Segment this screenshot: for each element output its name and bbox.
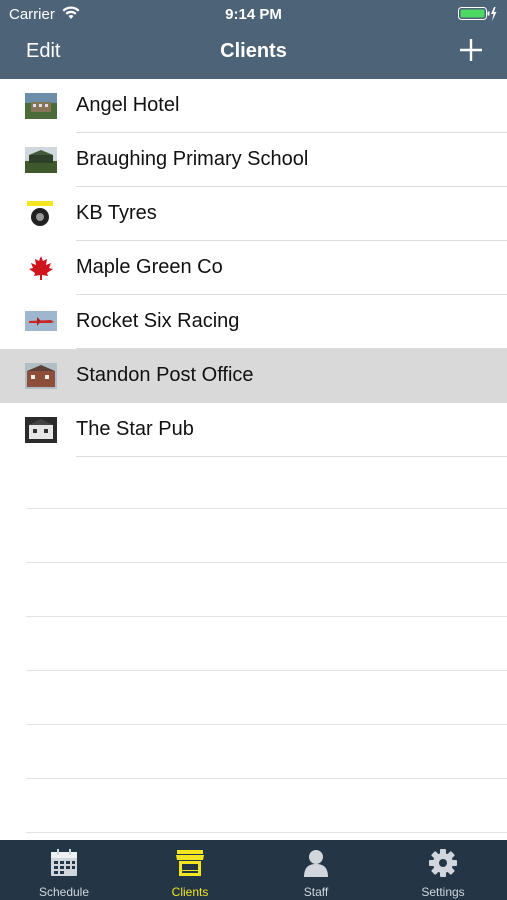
client-name: Rocket Six Racing [76, 310, 240, 332]
client-row-maple-green-co[interactable]: Maple Green Co [0, 241, 507, 295]
empty-row-divider [26, 778, 507, 779]
page-title: Clients [220, 40, 287, 62]
client-row-standon-post-office[interactable]: Standon Post Office [0, 349, 507, 403]
client-row-braughing-primary-school[interactable]: Braughing Primary School [0, 133, 507, 187]
gear-icon [429, 849, 457, 877]
battery-icon [458, 6, 498, 26]
hotel-photo-thumbnail [25, 93, 57, 119]
plane-photo-thumbnail [25, 311, 57, 331]
client-row-the-star-pub[interactable]: The Star Pub [0, 403, 507, 457]
tab-label: Settings [421, 885, 465, 899]
tab-label: Schedule [38, 885, 90, 899]
tab-staff[interactable]: Staff [253, 840, 379, 900]
client-name: Maple Green Co [76, 256, 223, 278]
school-photo-thumbnail [25, 147, 57, 173]
tab-label: Staff [303, 885, 329, 899]
client-name: KB Tyres [76, 202, 157, 224]
client-name: Standon Post Office [76, 364, 254, 386]
tab-schedule[interactable]: Schedule [1, 840, 127, 900]
empty-row-divider [26, 562, 507, 563]
tyre-photo-thumbnail [25, 201, 57, 227]
client-name: The Star Pub [76, 418, 194, 440]
empty-row-divider [26, 508, 507, 509]
empty-row-divider [26, 832, 507, 833]
client-name: Braughing Primary School [76, 148, 309, 170]
person-icon [304, 850, 328, 877]
tab-settings[interactable]: Settings [380, 840, 506, 900]
plus-icon [460, 39, 482, 61]
tab-clients[interactable]: Clients [127, 840, 253, 900]
post-office-photo-thumbnail [25, 363, 57, 389]
client-row-angel-hotel[interactable]: Angel Hotel [0, 79, 507, 133]
store-icon [176, 850, 204, 876]
tab-label: Clients [171, 885, 209, 899]
row-divider [76, 456, 507, 457]
tab-bar: Schedule Clients Staff Settings [0, 840, 507, 900]
maple-leaf-thumbnail [29, 256, 53, 280]
client-row-kb-tyres[interactable]: KB Tyres [0, 187, 507, 241]
navigation-bar: Carrier 9:14 PM Edit Clients [0, 0, 507, 79]
calendar-icon [51, 849, 77, 876]
empty-row-divider [26, 616, 507, 617]
client-name: Angel Hotel [76, 94, 180, 116]
add-client-button[interactable] [459, 38, 483, 62]
empty-row-divider [26, 724, 507, 725]
client-row-rocket-six-racing[interactable]: Rocket Six Racing [0, 295, 507, 349]
status-time: 9:14 PM [225, 6, 282, 23]
status-bar: Carrier 9:14 PM [0, 0, 507, 28]
client-list: Angel Hotel Braughing Primary School KB … [0, 79, 507, 457]
pub-photo-thumbnail [25, 417, 57, 443]
empty-row-divider [26, 670, 507, 671]
